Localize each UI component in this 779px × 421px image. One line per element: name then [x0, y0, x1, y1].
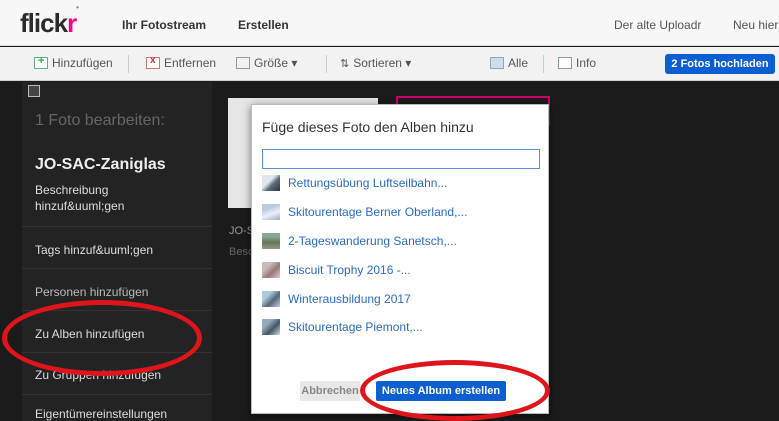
highlight-ellipse	[360, 360, 550, 421]
add-photo-icon	[34, 55, 48, 69]
sidebar-add-people[interactable]: Personen hinzufügen	[35, 284, 148, 300]
album-thumbnail-icon	[262, 262, 280, 278]
flickr-logo[interactable]: flickr•	[20, 3, 79, 39]
nav-photostream[interactable]: Ihr Fotostream	[122, 18, 206, 32]
dialog-title: Füge dieses Foto den Alben hinzu	[262, 119, 474, 135]
cancel-button[interactable]: Abbrechen	[300, 381, 360, 401]
album-list-item[interactable]: Biscuit Trophy 2016 -...	[262, 262, 411, 278]
album-list-item[interactable]: Skitourentage Berner Oberland,...	[262, 204, 467, 220]
nav-create[interactable]: Erstellen	[238, 18, 289, 32]
album-search-input[interactable]	[262, 149, 540, 169]
select-all-button[interactable]: Alle	[490, 56, 528, 70]
album-thumbnail-icon	[262, 204, 280, 220]
top-navigation-bar: flickr• Ihr Fotostream Erstellen Der alt…	[0, 0, 779, 46]
album-thumbnail-icon	[262, 233, 280, 249]
sort-icon: ⇅	[340, 57, 350, 70]
add-button[interactable]: Hinzufügen	[34, 55, 113, 70]
remove-photo-icon	[146, 55, 160, 69]
album-list-item[interactable]: Winterausbildung 2017	[262, 291, 411, 307]
album-list-item[interactable]: 2-Tageswanderung Sanetsch,...	[262, 233, 457, 249]
uploader-toolbar: Hinzufügen Entfernen Größe ▾ ⇅ Sortieren…	[0, 47, 779, 81]
sort-dropdown[interactable]: ⇅ Sortieren ▾	[340, 56, 411, 70]
sidebar-add-description[interactable]: Beschreibung hinzuf&uuml;gen	[35, 182, 145, 214]
album-thumbnail-icon	[262, 175, 280, 191]
sidebar-add-tags[interactable]: Tags hinzuf&uuml;gen	[35, 242, 153, 258]
upload-photos-button[interactable]: 2 Fotos hochladen	[665, 54, 775, 74]
sidebar-owner-settings[interactable]: Eigentümereinstellungen	[35, 406, 167, 421]
album-list-item[interactable]: Skitourentage Piemont,...	[262, 319, 423, 335]
photo-icon	[28, 85, 40, 97]
album-list-item[interactable]: Rettungsübung Luftseilbahn...	[262, 175, 447, 191]
album-name-heading: JO-SAC-Zaniglas	[35, 156, 166, 173]
highlight-ellipse	[2, 300, 202, 376]
photo-description[interactable]: Besc	[229, 246, 253, 258]
select-all-icon	[490, 57, 504, 69]
remove-button[interactable]: Entfernen	[146, 55, 216, 70]
album-thumbnail-icon	[262, 291, 280, 307]
size-dropdown[interactable]: Größe ▾	[236, 56, 297, 70]
info-button[interactable]: Info	[558, 56, 596, 70]
new-here-link[interactable]: Neu hier	[733, 18, 778, 32]
info-icon	[558, 57, 572, 69]
edit-count-title: 1 Foto bearbeiten:	[35, 112, 165, 129]
old-uploader-link[interactable]: Der alte Uploadr	[614, 18, 701, 32]
size-icon	[236, 57, 250, 69]
album-thumbnail-icon	[262, 319, 280, 335]
